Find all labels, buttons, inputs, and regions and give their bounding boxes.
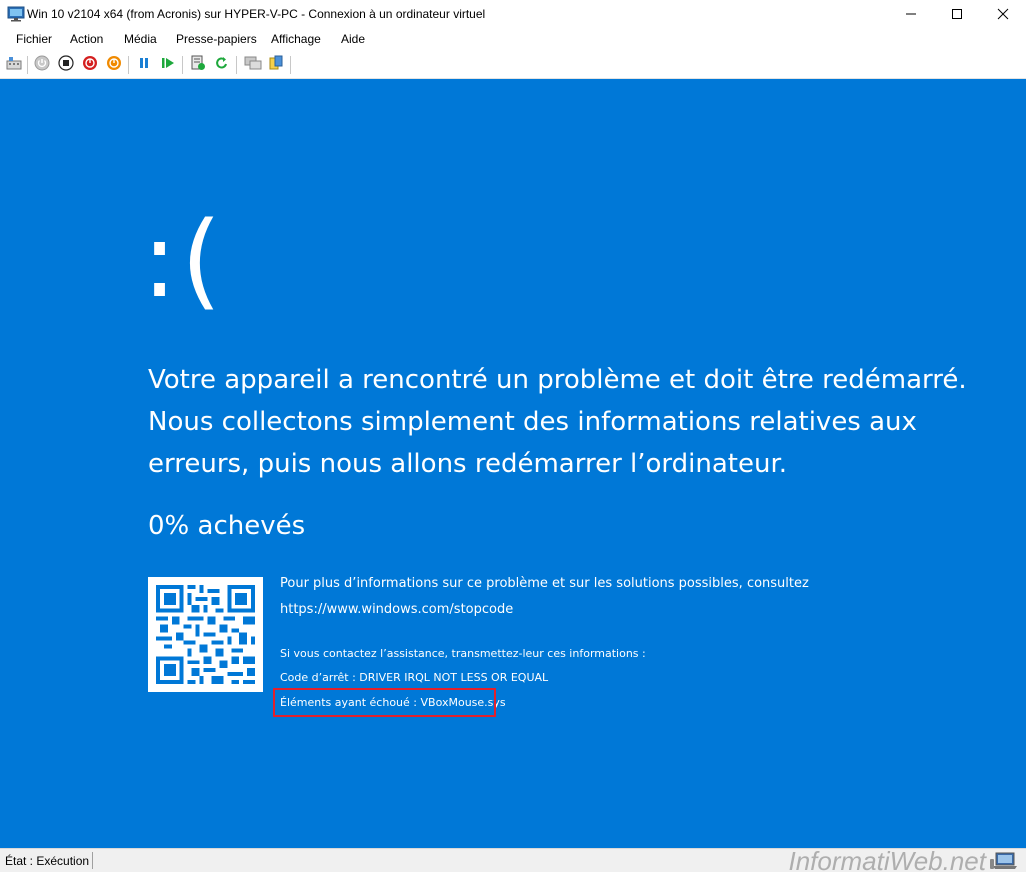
minimize-icon — [905, 8, 917, 20]
status-separator — [92, 852, 93, 869]
turn-off-button[interactable] — [57, 54, 75, 76]
turn-off-icon — [58, 54, 74, 76]
menu-action[interactable]: Action — [70, 32, 103, 46]
title-bar: Win 10 v2104 x64 (from Acronis) sur HYPE… — [0, 0, 1026, 28]
shutdown-icon — [82, 55, 98, 76]
error-message: Votre appareil a rencontré un problème e… — [148, 365, 967, 479]
vm-connection-icon — [7, 6, 25, 22]
enhanced-session-button[interactable] — [244, 56, 262, 74]
maximize-button[interactable] — [934, 0, 980, 28]
toolbar-separator — [290, 56, 291, 74]
status-bar: État : Exécution InformatiWeb.net — [0, 846, 1026, 872]
ctrl-alt-del-icon — [6, 56, 22, 75]
minimize-button[interactable] — [888, 0, 934, 28]
resume-button[interactable] — [159, 56, 177, 74]
revert-button[interactable] — [213, 56, 231, 74]
close-button[interactable] — [980, 0, 1026, 28]
checkpoint-icon — [190, 55, 206, 76]
toolbar-separator — [27, 56, 28, 74]
enhanced-session-icon — [244, 55, 262, 76]
pause-icon — [137, 56, 151, 75]
more-info-text: Pour plus d’informations sur ce problème… — [280, 576, 809, 591]
toolbar — [0, 51, 1026, 79]
save-state-button[interactable] — [105, 55, 123, 76]
menu-fichier[interactable]: Fichier — [16, 32, 52, 46]
vm-state: État : Exécution — [5, 854, 90, 868]
menu-media[interactable]: Média — [124, 32, 157, 46]
toolbar-separator — [128, 56, 129, 74]
watermark: InformatiWeb.net — [788, 846, 986, 872]
revert-icon — [214, 55, 230, 76]
ctrl-alt-del-button[interactable] — [5, 56, 23, 74]
start-icon — [34, 55, 50, 76]
toolbar-separator — [182, 56, 183, 74]
menu-aide[interactable]: Aide — [341, 32, 365, 46]
resume-icon — [160, 56, 176, 75]
window-title: Win 10 v2104 x64 (from Acronis) sur HYPE… — [27, 7, 486, 21]
qr-code-icon — [148, 577, 263, 692]
highlight-box — [273, 688, 496, 717]
sad-face: :( — [142, 199, 226, 321]
shutdown-button[interactable] — [81, 55, 99, 76]
laptop-icon — [990, 851, 1020, 871]
save-icon — [106, 55, 122, 76]
vm-screen[interactable]: :( Votre appareil a rencontré un problèm… — [0, 79, 1026, 848]
checkpoint-button[interactable] — [189, 55, 207, 76]
menu-presse-papiers[interactable]: Presse-papiers — [176, 32, 257, 46]
pause-button[interactable] — [135, 56, 153, 74]
share-icon — [268, 55, 284, 76]
progress-text: 0% achevés — [148, 511, 306, 541]
maximize-icon — [951, 8, 963, 20]
support-text: Si vous contactez l’assistance, transmet… — [280, 647, 646, 660]
share-button[interactable] — [267, 55, 285, 76]
stop-code: Code d’arrêt : DRIVER IRQL NOT LESS OR E… — [280, 671, 549, 684]
toolbar-separator — [236, 56, 237, 74]
start-button[interactable] — [33, 55, 51, 76]
close-icon — [997, 8, 1009, 20]
stopcode-url: https://www.windows.com/stopcode — [280, 602, 514, 617]
menu-bar: Fichier Action Média Presse-papiers Affi… — [0, 28, 1026, 50]
menu-affichage[interactable]: Affichage — [271, 32, 321, 46]
